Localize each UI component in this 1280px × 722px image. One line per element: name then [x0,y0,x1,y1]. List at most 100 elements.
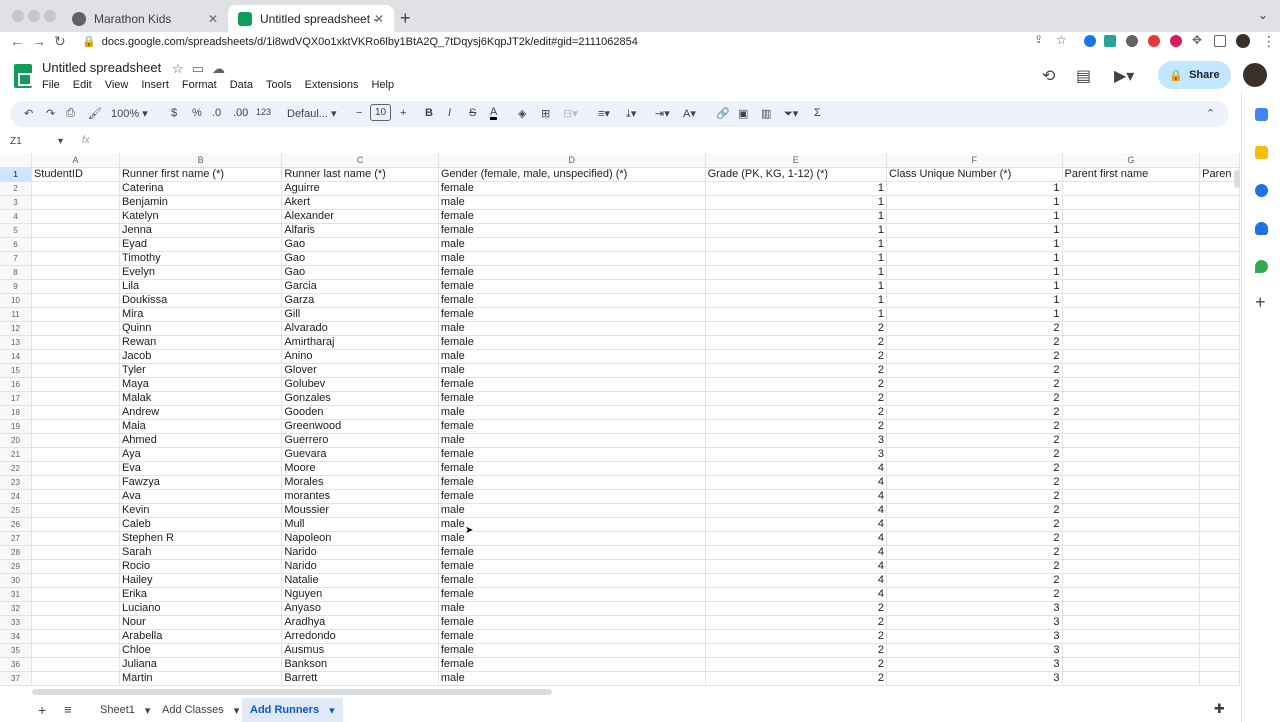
cell[interactable]: 4 [705,475,887,490]
column-header-g[interactable]: G [1062,153,1201,168]
cell[interactable]: male [438,251,706,266]
back-icon[interactable]: ← [10,33,24,49]
menu-view[interactable]: View [105,79,129,91]
row-number[interactable]: 8 [0,265,32,280]
cell[interactable]: Gill [281,307,439,322]
cell[interactable] [1062,615,1201,630]
cell[interactable] [31,615,120,630]
cell[interactable]: Moore [281,461,439,476]
cell[interactable]: Bankson [281,657,439,672]
spreadsheet-grid[interactable]: A B C D E F G 1 StudentID Runner first n… [0,153,1240,689]
row-number[interactable]: 1 [0,167,32,182]
browser-tab-spreadsheet[interactable]: Untitled spreadsheet - Google ✕ [228,5,394,32]
cell[interactable]: Nour [119,615,283,630]
cell[interactable]: 1 [705,195,887,210]
cell[interactable] [1062,377,1201,392]
filter-icon[interactable]: ⏷▾ [784,107,798,121]
cell[interactable]: Natalie [281,573,439,588]
extension-icon[interactable] [1126,35,1138,47]
cell[interactable]: Tyler [119,363,283,378]
row-number[interactable]: 23 [0,475,32,490]
cell[interactable] [31,209,120,224]
row-number[interactable]: 15 [0,363,32,378]
cell[interactable] [1062,489,1201,504]
explore-icon[interactable]: ✚ [1214,701,1225,717]
cell[interactable]: 3 [705,433,887,448]
cell[interactable]: 3 [886,643,1063,658]
cell[interactable] [1062,531,1201,546]
undo-icon[interactable]: ↶ [24,107,33,120]
window-minimize-dot[interactable] [28,10,40,22]
cell[interactable]: Guevara [281,447,439,462]
cell[interactable] [31,223,120,238]
cell[interactable]: male [438,531,706,546]
row-number[interactable]: 31 [0,587,32,602]
cell[interactable] [1062,335,1201,350]
cell[interactable]: Ausmus [281,643,439,658]
cell[interactable]: Parent first name [1062,167,1201,182]
bold-button[interactable]: B [425,107,433,119]
cell[interactable]: 2 [886,573,1063,588]
functions-icon[interactable]: Σ [814,107,821,119]
chevron-down-icon[interactable]: ⌄ [1258,8,1268,22]
insert-comment-icon[interactable]: ▣ [738,107,748,120]
cell[interactable]: Quinn [119,321,283,336]
cell[interactable]: male [438,405,706,420]
row-number[interactable]: 7 [0,251,32,266]
insert-link-icon[interactable]: 🔗 [716,107,730,120]
cell[interactable] [31,419,120,434]
cell[interactable] [1199,447,1240,462]
cell[interactable]: 1 [886,237,1063,252]
cell[interactable]: female [438,181,706,196]
cell[interactable]: Stephen R [119,531,283,546]
cell[interactable]: 2 [886,335,1063,350]
text-wrap-icon[interactable]: ⇥▾ [655,107,670,120]
cell[interactable] [31,657,120,672]
cell[interactable]: 4 [705,517,887,532]
cell[interactable]: female [438,629,706,644]
cell[interactable]: Anino [281,349,439,364]
cell[interactable] [1062,545,1201,560]
cell[interactable] [1062,559,1201,574]
cell[interactable]: 1 [886,181,1063,196]
star-icon[interactable]: ☆ [172,61,192,76]
cell[interactable]: Martin [119,671,283,686]
row-number[interactable]: 11 [0,307,32,322]
cell[interactable] [1199,405,1240,420]
cell[interactable] [1199,615,1240,630]
cell[interactable]: Benjamin [119,195,283,210]
cell[interactable]: Maia [119,419,283,434]
cell[interactable] [1199,307,1240,322]
font-size-input[interactable]: 10 [370,104,392,121]
cell[interactable]: 4 [705,503,887,518]
cell[interactable] [1062,587,1201,602]
cell[interactable]: Anyaso [281,601,439,616]
sidebar-toggle-icon[interactable] [1214,35,1226,47]
cell[interactable]: 2 [705,363,887,378]
cell[interactable]: Aradhya [281,615,439,630]
browser-tab-marathon[interactable]: Marathon Kids ✕ [62,5,228,32]
cell[interactable] [1199,293,1240,308]
sheet-tab-add-runners[interactable]: Add Runners ▾ [242,698,343,722]
chevron-down-icon[interactable]: ▾ [58,136,63,147]
row-number[interactable]: 28 [0,545,32,560]
menu-tools[interactable]: Tools [266,79,292,91]
row-number[interactable]: 19 [0,419,32,434]
cell[interactable]: Glover [281,363,439,378]
font-size-decrease-icon[interactable]: − [356,107,362,119]
cell[interactable]: 1 [705,307,887,322]
row-number[interactable]: 25 [0,503,32,518]
cell[interactable]: 2 [886,517,1063,532]
cell[interactable] [1199,321,1240,336]
cell[interactable] [1062,517,1201,532]
comments-icon[interactable]: ▤ [1076,66,1091,86]
cell[interactable]: female [438,475,706,490]
menu-help[interactable]: Help [371,79,394,91]
cell[interactable] [1062,307,1201,322]
cell[interactable]: Barrett [281,671,439,686]
cell[interactable] [1062,447,1201,462]
cell[interactable]: Arabella [119,629,283,644]
cell[interactable]: Chloe [119,643,283,658]
cell[interactable]: Luciano [119,601,283,616]
meet-camera-icon[interactable]: ▶▾ [1114,66,1134,86]
